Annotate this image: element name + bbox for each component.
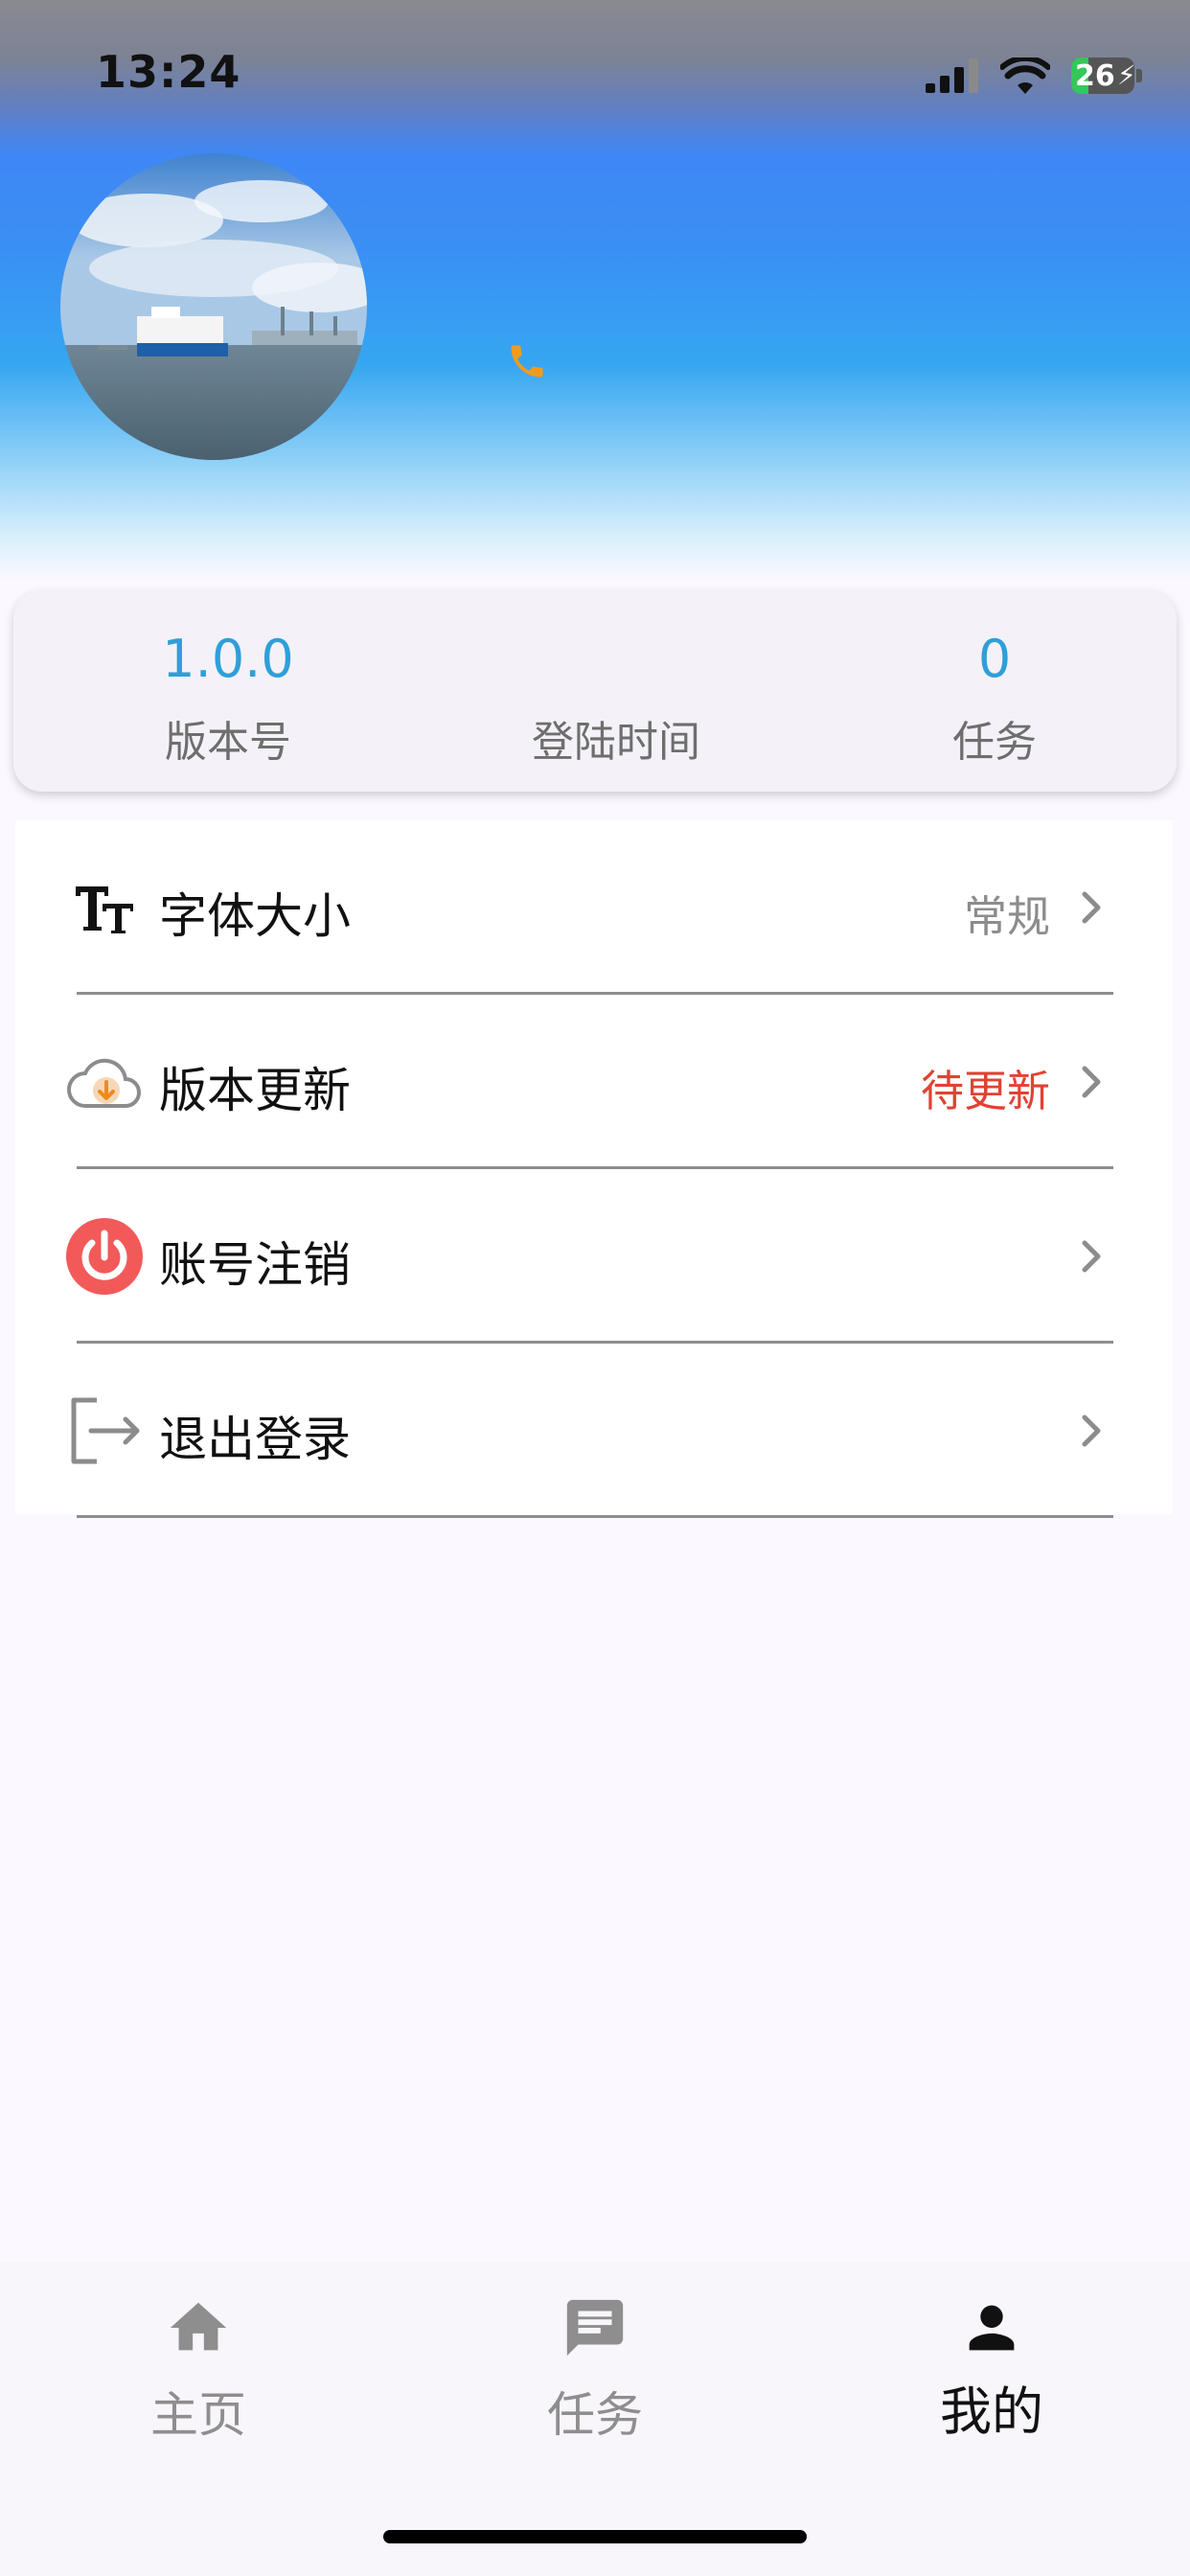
status-icons: 26 ⚡ <box>926 52 1142 100</box>
avatar[interactable] <box>60 153 367 460</box>
home-indicator[interactable] <box>383 2530 807 2543</box>
profile-header: 13:24 26 ⚡ <box>0 0 1190 580</box>
stat-tasks-value: 0 <box>977 629 1012 689</box>
tab-home[interactable]: 主页 <box>55 2262 342 2453</box>
stat-login-time-label: 登陆时间 <box>532 718 700 767</box>
home-icon <box>170 2302 227 2351</box>
menu-item-label: 账号注销 <box>159 1237 351 1293</box>
power-icon <box>63 1215 146 1298</box>
logout-icon <box>63 1390 146 1472</box>
menu-item-account-deletion[interactable]: 账号注销 <box>15 1169 1173 1344</box>
stats-card: 1.0.0 版本号 登陆时间 0 任务 <box>13 590 1177 792</box>
message-icon <box>566 2299 624 2357</box>
chevron-right-icon <box>1082 1414 1101 1447</box>
stat-login-time: 登陆时间 <box>472 590 760 792</box>
font-size-icon <box>63 866 146 949</box>
battery-icon: 26 ⚡ <box>1071 58 1142 94</box>
menu-item-label: 退出登录 <box>159 1412 351 1467</box>
tab-mine[interactable]: 我的 <box>848 2262 1135 2453</box>
menu-item-value: 常规 <box>963 891 1050 942</box>
status-time: 13:24 <box>96 46 241 98</box>
tab-label: 主页 <box>150 2387 246 2443</box>
menu-item-version-update[interactable]: 版本更新 待更新 <box>15 995 1173 1169</box>
stat-tasks: 0 任务 <box>851 590 1138 792</box>
bottom-tab-bar: 主页 任务 我的 <box>0 2262 1190 2576</box>
tab-label: 任务 <box>547 2387 643 2443</box>
cellular-signal-icon <box>926 58 978 93</box>
tab-label: 我的 <box>940 2381 1043 2442</box>
chevron-right-icon <box>1082 1240 1101 1273</box>
person-icon <box>969 2305 1015 2351</box>
battery-level: 26 <box>1075 59 1115 93</box>
menu-item-label: 版本更新 <box>159 1063 351 1118</box>
divider <box>77 1515 1113 1518</box>
update-status: 待更新 <box>920 1066 1050 1116</box>
menu-item-label: 字体大小 <box>159 888 351 944</box>
stat-version-value: 1.0.0 <box>162 629 294 689</box>
menu-item-logout[interactable]: 退出登录 <box>15 1344 1173 1518</box>
menu-item-font-size[interactable]: 字体大小 常规 <box>15 820 1173 995</box>
settings-menu: 字体大小 常规 版本更新 待更新 账号注销 退出登录 <box>15 820 1173 1518</box>
stat-version: 1.0.0 版本号 <box>84 590 372 792</box>
cloud-download-icon <box>63 1041 146 1123</box>
wifi-icon <box>1000 58 1050 94</box>
chevron-right-icon <box>1082 891 1101 924</box>
chevron-right-icon <box>1082 1066 1101 1098</box>
phone-icon[interactable] <box>506 340 548 382</box>
stat-version-label: 版本号 <box>165 718 291 767</box>
stat-tasks-label: 任务 <box>952 718 1037 767</box>
tab-tasks[interactable]: 任务 <box>451 2262 739 2453</box>
